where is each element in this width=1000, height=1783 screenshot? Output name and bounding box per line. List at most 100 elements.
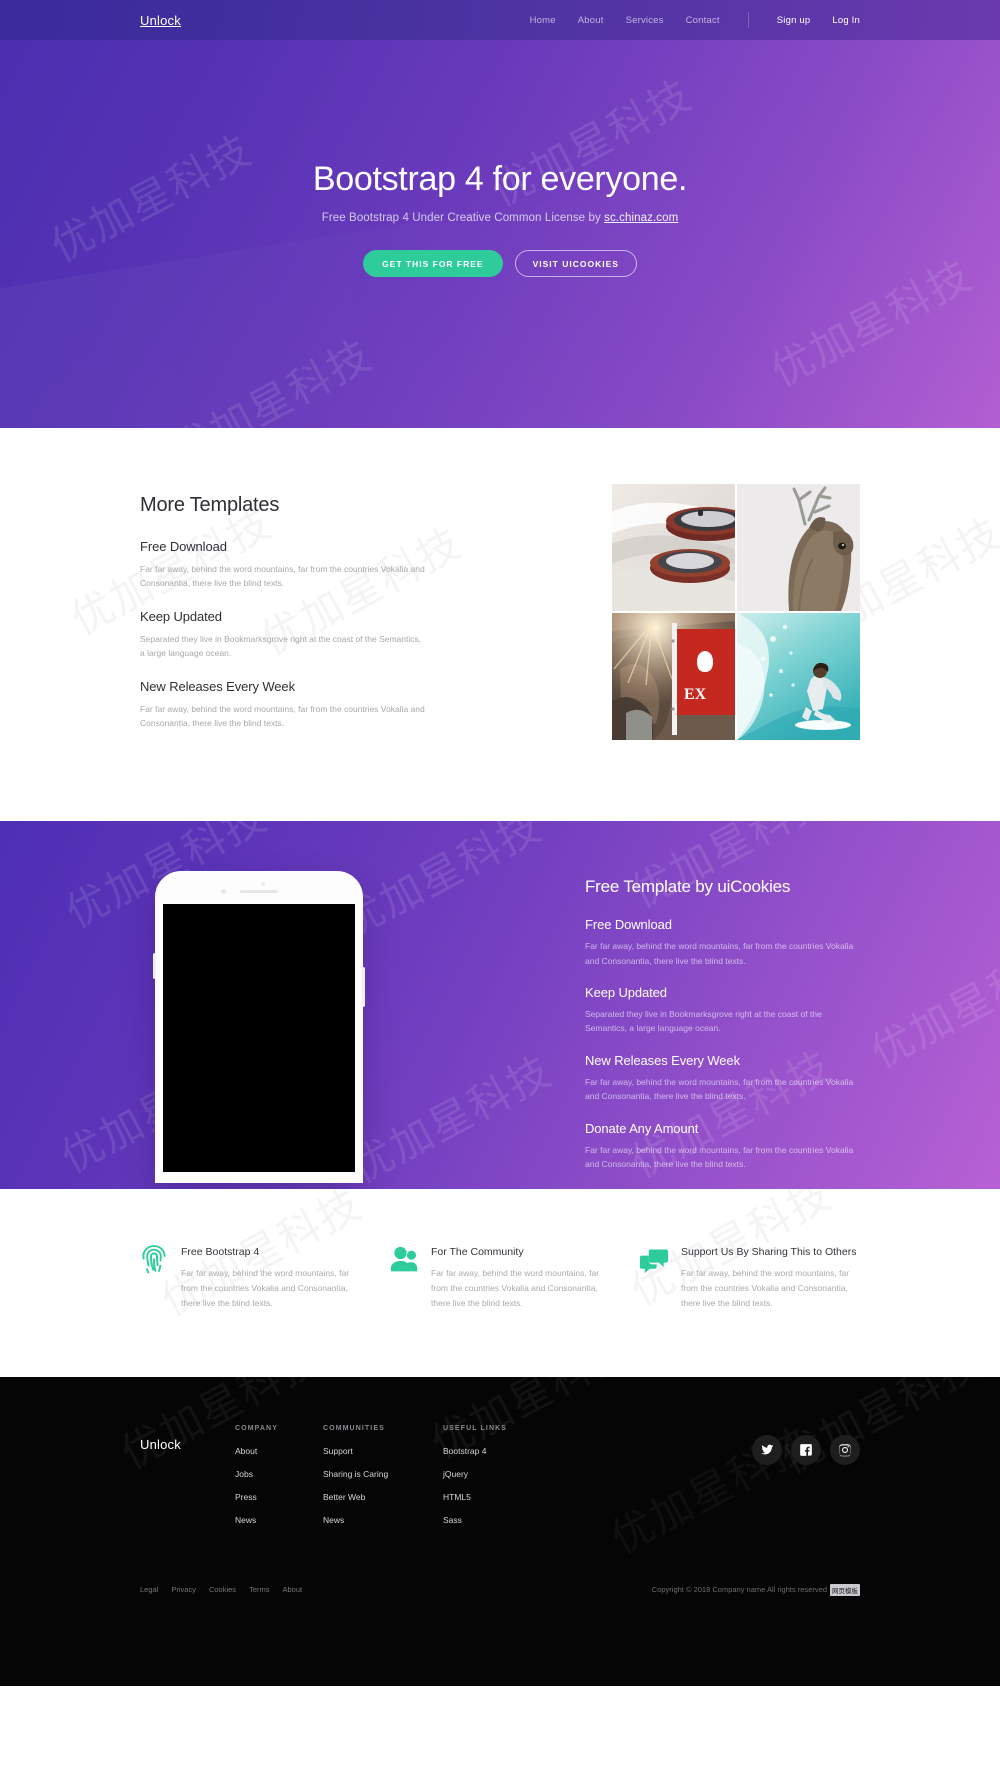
footer-link-jobs[interactable]: Jobs [235,1469,323,1479]
footer-link-sass[interactable]: Sass [443,1515,563,1525]
nav-item-home[interactable]: Home [530,15,556,26]
template-feature: Free Download Far far away, behind the w… [140,539,425,590]
footer-column-heading: COMPANY [235,1424,278,1432]
service-title: Support Us By Sharing This to Others [681,1245,857,1258]
more-templates-section: 优加星科技 优加星科技 优加星科技 More Templates Free Do… [0,428,1000,822]
footer-tail [0,1629,1000,1686]
legal-link-privacy[interactable]: Privacy [171,1585,196,1594]
canyon-red-flag-photo: EX [612,613,735,740]
spiral-staircase-photo [612,484,735,611]
social-links [752,1425,860,1465]
templates-gallery: EX [612,484,860,749]
navbar: Unlock Home About Services Contact Sign … [0,0,1000,40]
signup-link[interactable]: Sign up [777,15,811,26]
nav-item-contact[interactable]: Contact [686,15,720,26]
phone-feature-title: New Releases Every Week [585,1052,740,1068]
legal-links: Legal Privacy Cookies Terms About [140,1585,302,1594]
phone-mockup-column [140,867,400,1184]
landing-page: Unlock Home About Services Contact Sign … [0,0,1000,1686]
twitter-icon [761,1444,774,1455]
fingerprint-icon [140,1244,168,1311]
footer-bottom-bar: Legal Privacy Cookies Terms About Copyri… [140,1583,860,1630]
footer-brand: Unlock [140,1436,181,1452]
hero-title: Bootstrap 4 for everyone. [312,160,688,198]
footer-link-bootstrap4[interactable]: Bootstrap 4 [443,1446,563,1456]
legal-link-legal[interactable]: Legal [140,1585,158,1594]
deer-antlers-photo [737,484,860,611]
phone-feature-title: Donate Any Amount [585,1120,699,1136]
service-text: Far far away, behind the word mountains,… [431,1268,600,1309]
footer-link-about[interactable]: About [235,1446,323,1456]
legal-link-about[interactable]: About [282,1585,302,1594]
phone-section-title: Free Template by uiCookies [585,877,791,897]
footer-link-press[interactable]: Press [235,1492,323,1502]
nav-item-services[interactable]: Services [626,15,664,26]
phone-info-column: Free Template by uiCookies Free Download… [585,867,860,1189]
footer-link-sharing-is-caring[interactable]: Sharing is Caring [323,1469,443,1479]
phone-speaker [240,890,278,894]
footer-link-better-web[interactable]: Better Web [323,1492,443,1502]
legal-link-cookies[interactable]: Cookies [209,1585,236,1594]
feature-text: Far far away, behind the word mountains,… [140,704,425,729]
footer-column-heading: COMMUNITIES [323,1424,385,1432]
phone-feature-text: Far far away, behind the word mountains,… [585,1076,854,1102]
feature-title: Keep Updated [140,609,222,625]
phone-volume-button [362,967,365,1008]
facebook-link[interactable] [791,1434,821,1465]
phone-feature-title: Keep Updated [585,984,667,1000]
brand-logo[interactable]: Unlock [140,13,181,28]
nav-divider [747,12,749,28]
hero-subtitle-link[interactable]: sc.chinaz.com [604,212,678,224]
template-feature: Keep Updated Separated they live in Book… [140,609,425,660]
gallery-image-deer[interactable] [737,484,860,611]
footer-column-company: COMPANY About Jobs Press News [235,1425,323,1538]
footer-link-html5[interactable]: HTML5 [443,1492,563,1502]
phone-feature-title: Free Download [585,917,672,933]
feature-title: New Releases Every Week [140,679,295,695]
phone-mockup [153,871,365,1184]
phone-side-button [153,953,156,980]
footer-column-heading: USEFUL LINKS [443,1424,508,1432]
twitter-link[interactable] [752,1434,782,1465]
hero-subtitle-text: Free Bootstrap 4 Under Creative Common L… [321,212,605,225]
nav-item-about[interactable]: About [578,15,604,26]
hero-section: 优加星科技 优加星科技 优加星科技 优加星科技 Bootstrap 4 for … [0,40,1000,428]
feature-text: Separated they live in Bookmarksgrove ri… [140,634,422,659]
login-link[interactable]: Log In [832,15,860,26]
phone-feature: Free Download Far far away, behind the w… [585,917,860,968]
users-glyph [390,1246,418,1271]
instagram-link[interactable] [830,1434,860,1465]
templates-text-column: More Templates Free Download Far far awa… [140,484,425,749]
phone-showcase-section: 优加星科技 优加星科技 优加星科技 优加星科技 优加星科技 优加星科技 优加星科… [0,821,1000,1189]
phone-camera [221,889,226,895]
footer-link-news[interactable]: News [323,1515,443,1525]
footer-link-news[interactable]: News [235,1515,323,1525]
phone-feature: Donate Any Amount Far far away, behind t… [585,1121,860,1172]
get-this-for-free-button[interactable]: GET THIS FOR FREE [363,250,503,278]
gallery-image-surfer[interactable] [737,613,860,740]
phone-feature-text: Separated they live in Bookmarksgrove ri… [585,1008,822,1034]
fingerprint-glyph [142,1244,166,1274]
phone-screen [163,904,355,1173]
legal-link-terms[interactable]: Terms [249,1585,269,1594]
chat-bubbles-icon [640,1245,668,1311]
gallery-image-spiral-staircase[interactable] [612,484,735,611]
phone-feature: Keep Updated Separated they live in Book… [585,985,860,1036]
feature-text: Far far away, behind the word mountains,… [140,564,425,589]
hero-content: Bootstrap 4 for everyone. Free Bootstrap… [0,40,1000,278]
footer-link-support[interactable]: Support [323,1446,443,1456]
service-text: Far far away, behind the word mountains,… [681,1268,850,1309]
copyright-text: Copyright © 2018 Company name All rights… [651,1585,827,1595]
nav-links: Home About Services Contact Sign up Log … [530,12,860,28]
watermark-text: 优加星科技 [864,933,1000,1078]
copyright: Copyright © 2018 Company name All rights… [651,1583,860,1596]
phone-sensor [261,882,265,887]
instagram-icon [839,1444,851,1457]
footer-link-jquery[interactable]: jQuery [443,1469,563,1479]
service-item-community: For The Community Far far away, behind t… [390,1245,610,1311]
service-title: Free Bootstrap 4 [181,1245,260,1258]
phone-feature: New Releases Every Week Far far away, be… [585,1053,860,1104]
gallery-image-canyon-flag[interactable]: EX [612,613,735,740]
feature-title: Free Download [140,539,227,554]
visit-uicookies-button[interactable]: VISIT UICOOKIES [514,250,637,278]
